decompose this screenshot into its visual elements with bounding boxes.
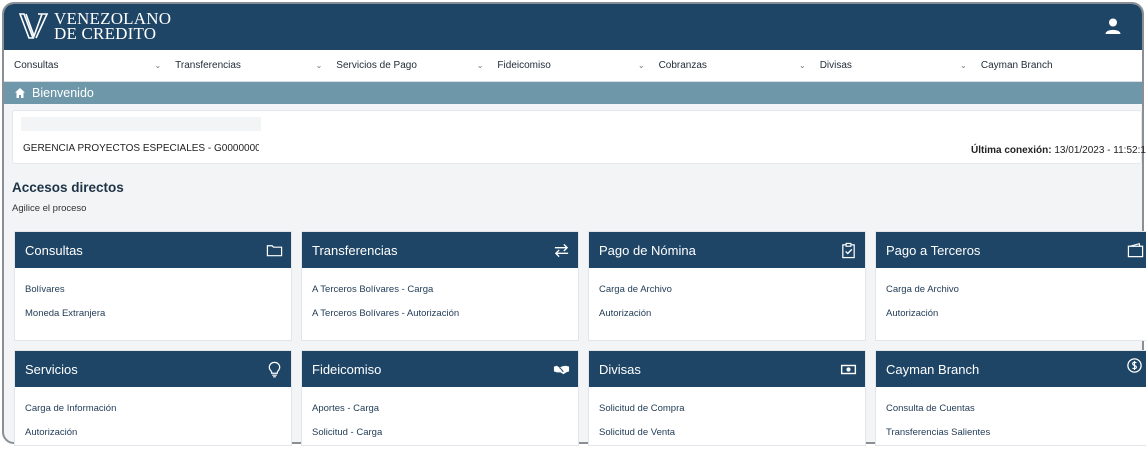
card-title: Consultas: [25, 242, 83, 258]
link-transferencias-salientes[interactable]: Transferencias Salientes: [886, 427, 1142, 451]
dollar-circle-icon: [1127, 358, 1142, 373]
card-header[interactable]: Transferencias: [302, 232, 578, 268]
link-terceros-bolivares-carga[interactable]: A Terceros Bolívares - Carga: [312, 284, 568, 308]
card-title: Pago a Terceros: [886, 242, 981, 258]
card-fideicomiso: Fideicomiso Aportes - Carga Solicitud - …: [301, 350, 579, 446]
nav-label: Fideicomiso: [497, 60, 551, 71]
brand-logo[interactable]: VENEZOLANO DE CREDITO: [18, 10, 171, 42]
card-title: Cayman Branch: [886, 361, 980, 377]
chevron-down-icon: ⌄: [637, 61, 645, 70]
main-navigation: Consultas ⌄ Transferencias ⌄ Servicios de …: [4, 50, 1142, 82]
card-title: Divisas: [599, 361, 641, 377]
nav-label: Cobranzas: [658, 60, 707, 71]
card-header[interactable]: Cayman Branch: [876, 351, 1146, 387]
nav-label: Divisas: [819, 60, 852, 71]
nav-transferencias[interactable]: Transferencias ⌄: [175, 50, 336, 81]
card-title: Pago de Nómina: [599, 242, 696, 258]
link-carga-de-informacion[interactable]: Carga de Información: [25, 403, 281, 427]
card-transferencias: Transferencias A Terceros Bolívares - Ca…: [301, 231, 579, 341]
link-autorizacion[interactable]: Autorización: [599, 308, 855, 332]
nav-label: Cayman Branch: [980, 60, 1053, 71]
chevron-down-icon: ⌄: [315, 61, 323, 70]
user-profile-icon[interactable]: [1104, 17, 1122, 35]
nav-fideicomiso[interactable]: Fideicomiso ⌄: [497, 50, 658, 81]
card-cayman-branch: Cayman Branch Consulta de Cuentas Transf…: [875, 350, 1146, 446]
nav-label: Servicios de Pago: [336, 60, 417, 71]
nav-label: Consultas: [14, 60, 59, 71]
card-servicios: Servicios Carga de Información Autorizac…: [14, 350, 292, 446]
link-carga-de-archivo[interactable]: Carga de Archivo: [886, 284, 1142, 308]
nav-servicios-de-pago[interactable]: Servicios de Pago ⌄: [336, 50, 497, 81]
link-terceros-bolivares-autorizacion[interactable]: A Terceros Bolívares - Autorización: [312, 308, 568, 332]
handshake-icon: [553, 365, 570, 374]
card-header[interactable]: Pago de Nómina: [589, 232, 865, 268]
chevron-down-icon: ⌄: [799, 61, 806, 70]
nav-consultas[interactable]: Consultas ⌄: [14, 50, 175, 81]
nav-cayman-branch[interactable]: Cayman Branch: [981, 50, 1142, 81]
folder-icon: [266, 244, 283, 256]
card-title: Transferencias: [312, 242, 398, 258]
card-header[interactable]: Consultas: [15, 232, 291, 268]
card-header[interactable]: Pago a Terceros: [876, 232, 1146, 268]
brand-v-mark-icon: [18, 13, 49, 39]
last-connection: Última conexión: 13/01/2023 - 11:52:1: [971, 145, 1146, 156]
card-divisas: Divisas Solicitud de Compra Solicitud de…: [588, 350, 866, 446]
clipboard-check-icon: [842, 242, 855, 258]
link-bolivares[interactable]: Bolívares: [25, 284, 281, 308]
banknote-icon: [840, 364, 857, 374]
nav-cobranzas[interactable]: Cobranzas ⌄: [659, 50, 820, 81]
card-pago-a-terceros: Pago a Terceros Carga de Archivo Autoriz…: [875, 231, 1146, 341]
welcome-label: Bienvenido: [32, 86, 94, 100]
link-carga-de-archivo[interactable]: Carga de Archivo: [599, 284, 855, 308]
card-header[interactable]: Fideicomiso: [302, 351, 578, 387]
link-consulta-de-cuentas[interactable]: Consulta de Cuentas: [886, 403, 1142, 427]
card-consultas: Consultas Bolívares Moneda Extranjera: [14, 231, 292, 341]
link-solicitud-carga[interactable]: Solicitud - Carga: [312, 427, 568, 451]
card-pago-de-nomina: Pago de Nómina Carga de Archivo Autoriza…: [588, 231, 866, 341]
card-title: Servicios: [25, 361, 78, 377]
card-header[interactable]: Servicios: [15, 351, 291, 387]
company-name: GERENCIA PROYECTOS ESPECIALES - G0000000…: [23, 143, 259, 154]
shortcuts-title: Accesos directos: [12, 180, 124, 195]
top-header: VENEZOLANO DE CREDITO: [4, 4, 1142, 50]
welcome-bar: Bienvenido: [4, 82, 1142, 104]
last-connection-label: Última conexión:: [971, 145, 1052, 156]
link-solicitud-de-venta[interactable]: Solicitud de Venta: [599, 427, 855, 451]
nav-label: Transferencias: [175, 60, 241, 71]
last-connection-value: 13/01/2023 - 11:52:1: [1054, 145, 1146, 156]
chevron-down-icon: ⌄: [476, 61, 484, 70]
link-solicitud-de-compra[interactable]: Solicitud de Compra: [599, 403, 855, 427]
transfer-arrows-icon: [554, 243, 569, 257]
chevron-down-icon: ⌄: [960, 61, 967, 70]
link-moneda-extranjera[interactable]: Moneda Extranjera: [25, 308, 281, 332]
chevron-down-icon: ⌄: [154, 61, 162, 70]
brand-line-2: DE CREDITO: [54, 24, 157, 43]
shortcuts-subtitle: Agilice el proceso: [12, 203, 87, 214]
link-autorizacion[interactable]: Autorización: [25, 427, 281, 451]
home-icon[interactable]: [14, 87, 26, 99]
lightbulb-icon: [268, 361, 281, 377]
faded-header-text: [21, 117, 261, 131]
brand-name: VENEZOLANO DE CREDITO: [54, 10, 171, 43]
card-title: Fideicomiso: [312, 361, 382, 377]
link-autorizacion[interactable]: Autorización: [886, 308, 1142, 332]
nav-divisas[interactable]: Divisas ⌄: [820, 50, 981, 81]
account-info-panel: GERENCIA PROYECTOS ESPECIALES - G0000000…: [12, 110, 1146, 164]
card-header[interactable]: Divisas: [589, 351, 865, 387]
link-aportes-carga[interactable]: Aportes - Carga: [312, 403, 568, 427]
wallet-icon: [1127, 242, 1144, 257]
